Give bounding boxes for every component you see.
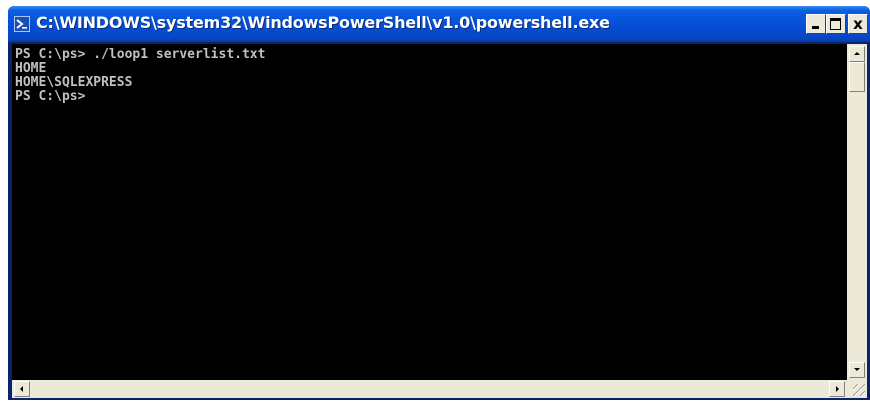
window-title: C:\WINDOWS\system32\WindowsPowerShell\v1… <box>36 13 610 32</box>
resize-grip[interactable] <box>847 380 867 398</box>
vertical-scrollbar[interactable] <box>847 44 867 380</box>
close-icon: x <box>853 15 863 33</box>
scroll-left-button[interactable] <box>14 381 30 397</box>
vertical-scroll-thumb[interactable] <box>849 62 865 92</box>
scroll-down-button[interactable] <box>849 362 865 378</box>
console-prompt: PS C:\ps> <box>15 89 86 104</box>
console-line: PS C:\ps> ./loop1 serverlist.txt <box>15 47 266 62</box>
resize-grip-icon <box>853 384 865 396</box>
arrow-down-icon <box>854 368 860 371</box>
arrow-up-icon <box>854 52 860 55</box>
arrow-right-icon <box>836 386 839 392</box>
arrow-left-icon <box>20 386 23 392</box>
console-line: HOME <box>15 61 47 76</box>
console-line: HOME\SQLEXPRESS <box>15 75 133 90</box>
horizontal-scrollbar[interactable] <box>12 380 847 398</box>
console-lines: PS C:\ps> ./loop1 serverlist.txt HOME HO… <box>12 44 847 104</box>
scroll-up-button[interactable] <box>849 46 865 62</box>
maximize-button[interactable] <box>826 14 846 34</box>
powershell-window: C:\WINDOWS\system32\WindowsPowerShell\v1… <box>8 6 870 400</box>
close-button[interactable]: x <box>848 14 868 34</box>
minimize-button[interactable] <box>806 14 826 34</box>
console-output[interactable]: PS C:\ps> ./loop1 serverlist.txt HOME HO… <box>12 44 847 380</box>
powershell-icon <box>14 16 30 32</box>
scroll-right-button[interactable] <box>829 381 845 397</box>
title-bar[interactable]: C:\WINDOWS\system32\WindowsPowerShell\v1… <box>8 6 870 42</box>
